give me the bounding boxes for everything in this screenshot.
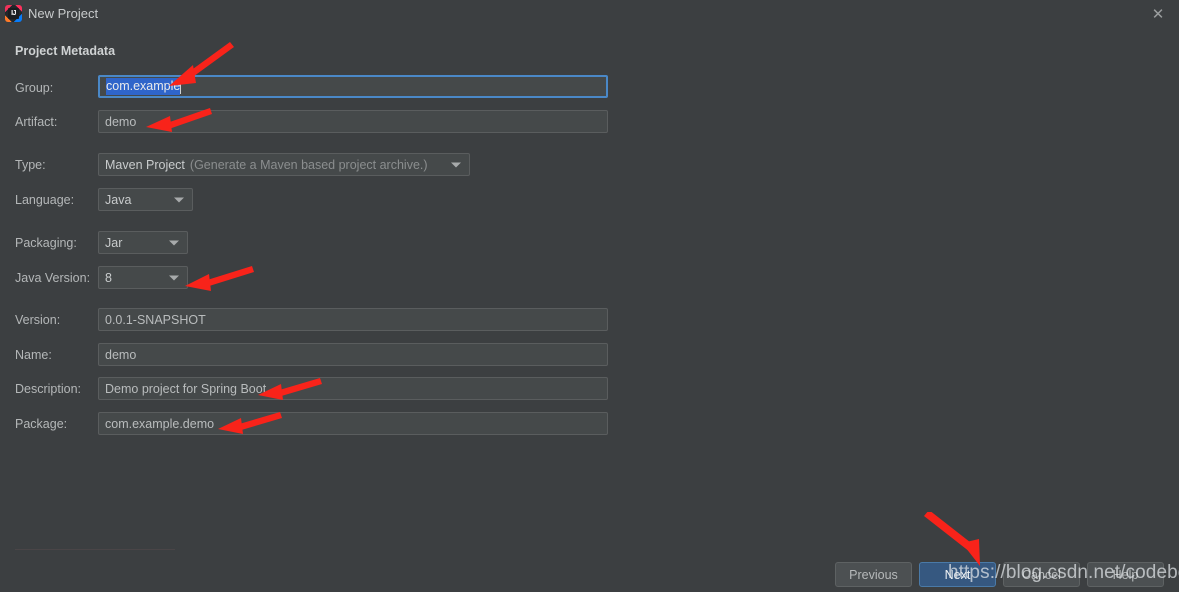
artifact-input[interactable]: demo xyxy=(98,110,608,133)
type-value: Maven Project xyxy=(105,157,185,172)
version-input[interactable]: 0.0.1-SNAPSHOT xyxy=(98,308,608,331)
new-project-dialog: IJ New Project ✕ Project Metadata Group:… xyxy=(0,0,1179,592)
label-artifact: Artifact: xyxy=(15,115,58,129)
chevron-down-icon xyxy=(169,275,179,280)
previous-button[interactable]: Previous xyxy=(835,562,912,587)
java-version-value: 8 xyxy=(105,270,112,285)
divider xyxy=(15,549,175,550)
label-name: Name: xyxy=(15,348,52,362)
language-value: Java xyxy=(105,192,132,207)
group-input-value: com.example xyxy=(106,78,181,95)
intellij-idea-icon: IJ xyxy=(5,5,22,22)
label-java-version: Java Version: xyxy=(15,271,91,285)
language-dropdown[interactable]: Java xyxy=(98,188,193,211)
packaging-value: Jar xyxy=(105,235,123,250)
help-button[interactable]: Help xyxy=(1087,562,1164,587)
title-bar: IJ New Project ✕ xyxy=(0,0,1179,27)
java-version-dropdown[interactable]: 8 xyxy=(98,266,188,289)
arrow-to-next-button xyxy=(924,512,980,566)
cancel-button[interactable]: Cancel xyxy=(1003,562,1080,587)
label-type: Type: xyxy=(15,158,46,172)
package-input[interactable]: com.example.demo xyxy=(98,412,608,435)
label-version: Version: xyxy=(15,313,61,327)
label-package: Package: xyxy=(15,417,68,431)
name-input[interactable]: demo xyxy=(98,343,608,366)
arrow-to-java-version xyxy=(185,266,254,291)
chevron-down-icon xyxy=(174,197,184,202)
label-group: Group: xyxy=(15,81,54,95)
close-icon[interactable]: ✕ xyxy=(1143,2,1173,26)
label-description: Description: xyxy=(15,382,81,396)
type-dropdown[interactable]: Maven Project (Generate a Maven based pr… xyxy=(98,153,470,176)
type-hint: (Generate a Maven based project archive.… xyxy=(189,157,428,172)
label-packaging: Packaging: xyxy=(15,236,77,250)
next-button[interactable]: Next xyxy=(919,562,996,587)
label-language: Language: xyxy=(15,193,75,207)
group-input[interactable]: com.example xyxy=(98,75,608,98)
packaging-dropdown[interactable]: Jar xyxy=(98,231,188,254)
description-input[interactable]: Demo project for Spring Boot xyxy=(98,377,608,400)
window-title: New Project xyxy=(28,6,99,21)
chevron-down-icon xyxy=(451,162,461,167)
page-title: Project Metadata xyxy=(15,44,116,58)
chevron-down-icon xyxy=(169,240,179,245)
